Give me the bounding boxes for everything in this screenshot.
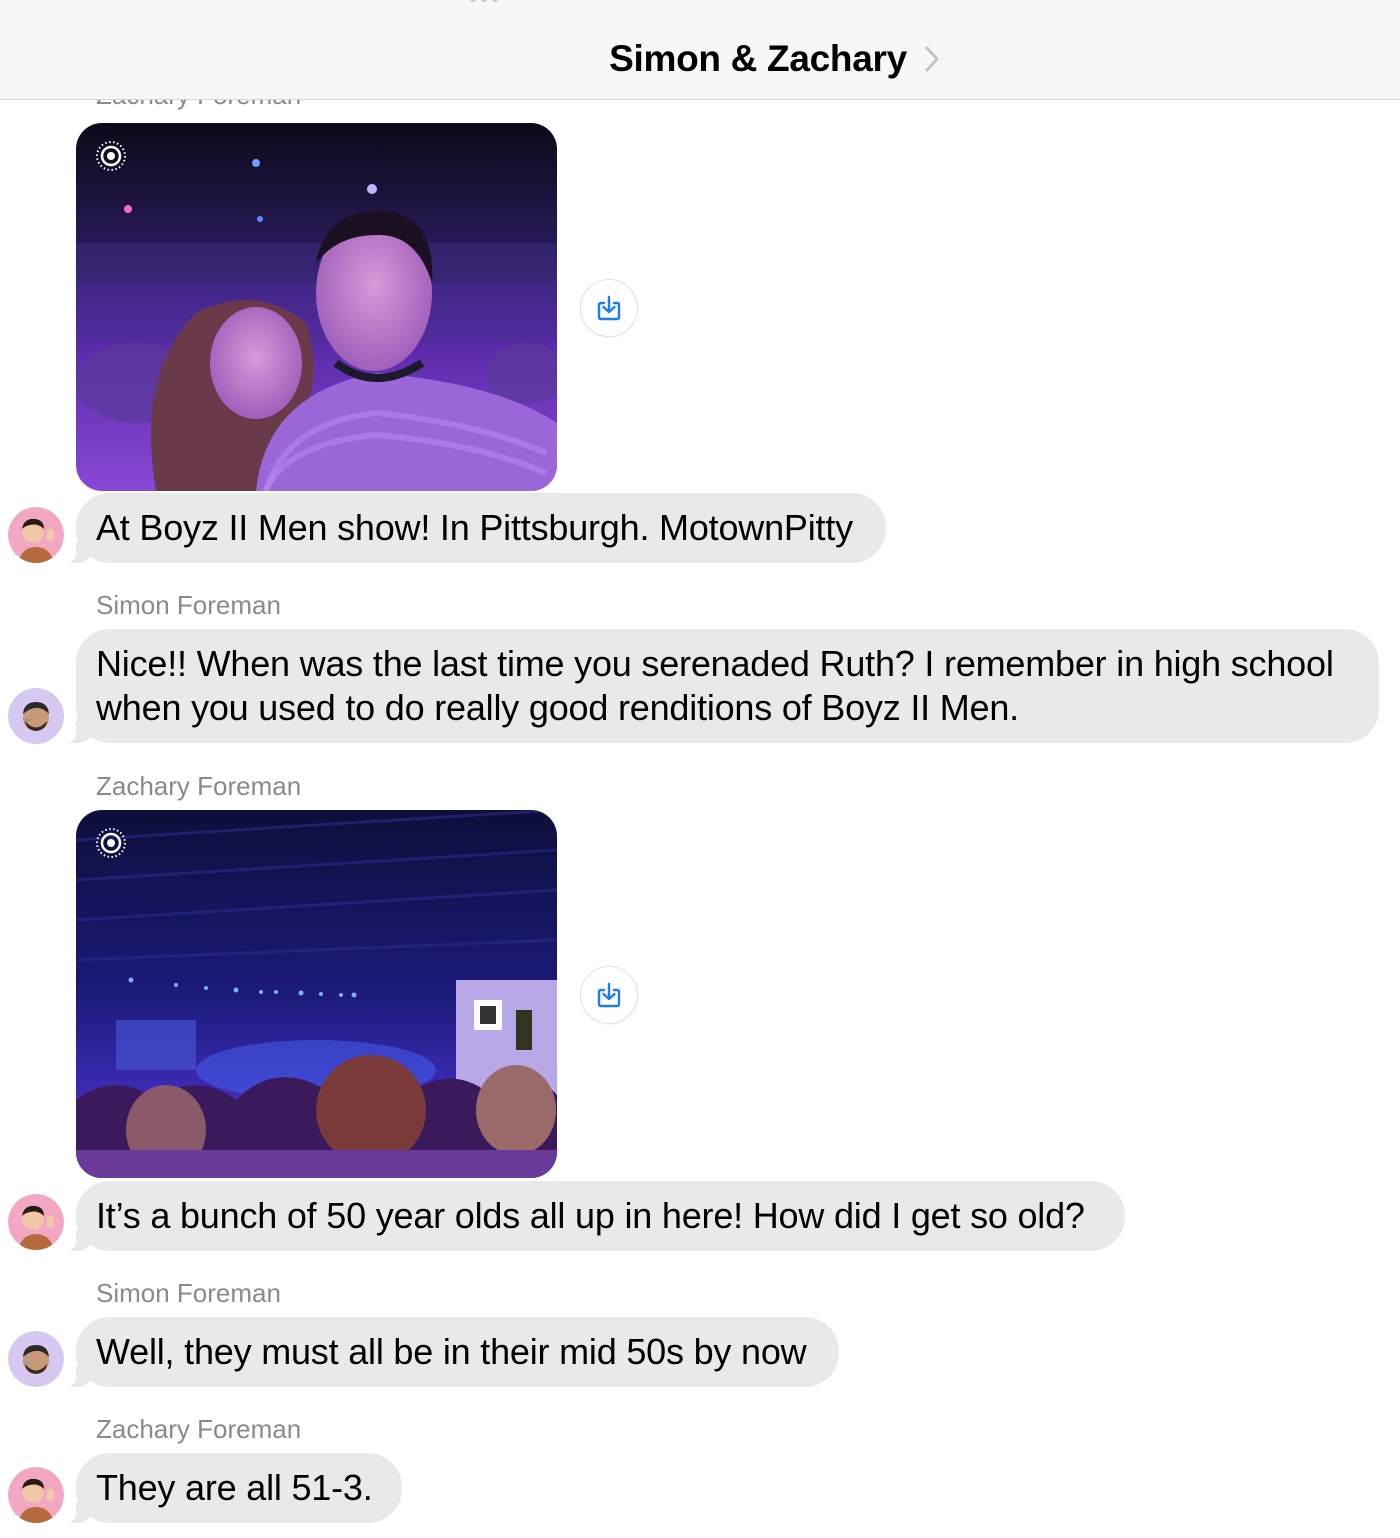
avatar-simon[interactable]: [8, 688, 64, 744]
memoji-avatar-icon: [8, 1331, 64, 1387]
message-bubble[interactable]: Well, they must all be in their mid 50s …: [64, 1317, 839, 1387]
memoji-avatar-icon: [8, 688, 64, 744]
avatar-zachary[interactable]: [8, 1467, 64, 1523]
memoji-avatar-icon: [8, 507, 64, 563]
message-bubble[interactable]: It’s a bunch of 50 year olds all up in h…: [64, 1181, 1125, 1251]
message-bubble[interactable]: They are all 51-3.: [64, 1453, 402, 1523]
sender-name: Zachary Foreman: [96, 771, 302, 801]
window-grabber[interactable]: [470, 0, 510, 4]
avatar-zachary[interactable]: [8, 1194, 64, 1250]
memoji-avatar-icon: [8, 1194, 64, 1250]
photo-message-venue[interactable]: [76, 810, 557, 1178]
message-text: Well, they must all be in their mid 50s …: [96, 1331, 807, 1372]
photo-message-selfie[interactable]: [76, 123, 557, 491]
sender-name: Zachary Foreman: [96, 1414, 302, 1444]
conversation-title-button[interactable]: Simon & Zachary: [0, 38, 1400, 80]
message-text: At Boyz II Men show! In Pittsburgh. Moto…: [96, 507, 853, 548]
clipped-sender-row: Zachary Foreman: [0, 100, 1400, 120]
message-text: It’s a bunch of 50 year olds all up in h…: [96, 1195, 1085, 1236]
conversation-header: Simon & Zachary: [0, 0, 1400, 100]
download-icon: [597, 982, 621, 1008]
live-photo-icon[interactable]: [94, 826, 128, 860]
concert-selfie-image: [76, 123, 557, 491]
sender-name: Simon Foreman: [96, 590, 281, 620]
save-photo-button[interactable]: [580, 279, 638, 337]
save-photo-button[interactable]: [580, 966, 638, 1024]
chevron-right-icon: [925, 46, 939, 72]
live-photo-icon[interactable]: [94, 139, 128, 173]
message-bubble[interactable]: At Boyz II Men show! In Pittsburgh. Moto…: [64, 493, 886, 563]
avatar-simon[interactable]: [8, 1331, 64, 1387]
sender-name: Zachary Foreman: [96, 100, 301, 111]
conversation-title: Simon & Zachary: [609, 38, 907, 79]
sender-name: Simon Foreman: [96, 1278, 281, 1308]
avatar-zachary[interactable]: [8, 507, 64, 563]
message-bubble[interactable]: Nice!! When was the last time you serena…: [64, 629, 1379, 743]
concert-venue-image: [76, 810, 557, 1178]
message-text: Nice!! When was the last time you serena…: [96, 643, 1334, 728]
memoji-avatar-icon: [8, 1467, 64, 1523]
message-text: They are all 51-3.: [96, 1467, 373, 1508]
download-icon: [597, 295, 621, 321]
